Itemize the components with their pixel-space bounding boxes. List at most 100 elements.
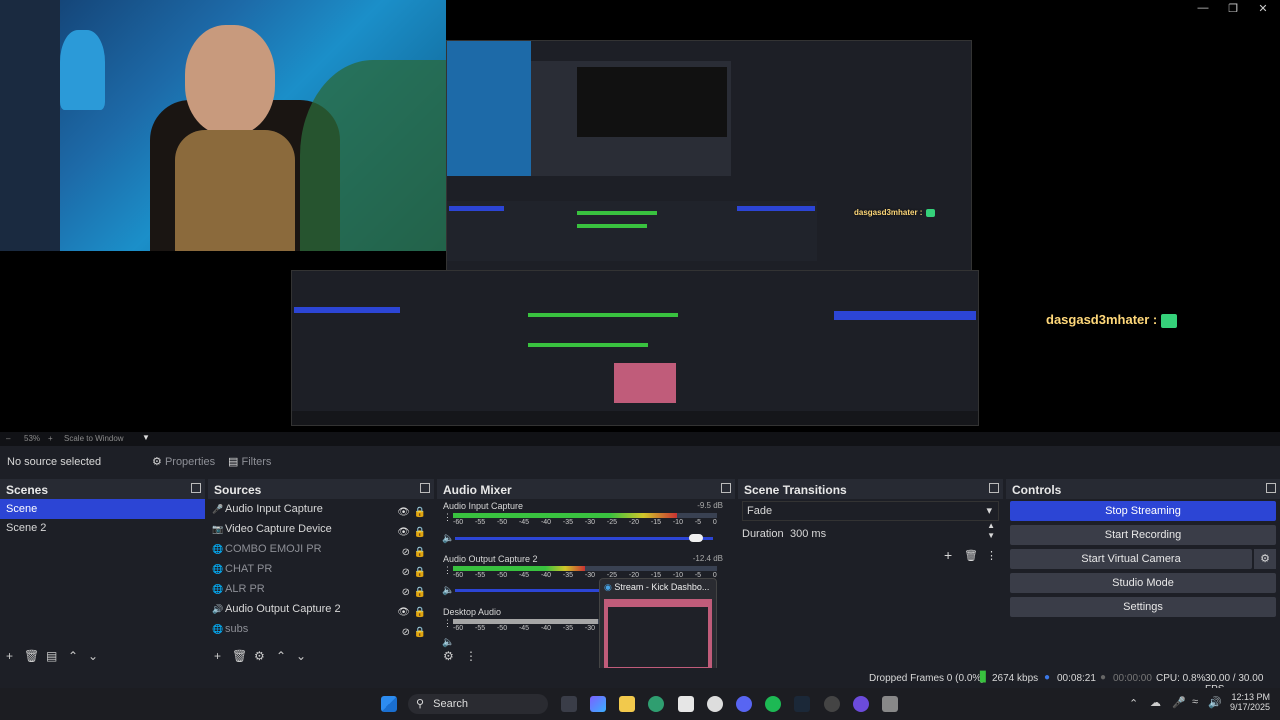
add-transition-icon[interactable]: + [944, 547, 952, 563]
minimize-icon[interactable]: — [1188, 2, 1218, 14]
advanced-audio-icon[interactable]: ⚙ [443, 649, 454, 663]
scene-item-2[interactable]: Scene 2 [0, 518, 205, 538]
undock-icon[interactable] [191, 483, 201, 493]
remove-scene-icon[interactable]: 🗑 [24, 649, 39, 663]
start-recording-button[interactable]: Start Recording [1010, 525, 1276, 545]
remove-transition-icon[interactable]: 🗑 [964, 549, 978, 562]
sources-title: Sources [214, 483, 262, 497]
undock-icon[interactable] [989, 483, 999, 493]
webcam-video [0, 0, 446, 251]
stop-streaming-button[interactable]: Stop Streaming [1010, 501, 1276, 521]
chevron-down-icon: ▾ [986, 505, 992, 517]
source-item[interactable]: 🔊 Audio Output Capture 2 👁 🔒 [208, 599, 434, 619]
source-item[interactable]: 🌐 ALR PR ⊘ 🔒 [208, 579, 434, 599]
volume-slider[interactable] [455, 534, 713, 542]
discord-icon[interactable] [736, 696, 752, 712]
tick-label: -60 [453, 519, 464, 526]
scenes-dock: Scenes Scene Scene 2 + 🗑 ▤ ⌃ ⌄ [0, 479, 205, 667]
zoom-mode[interactable]: Scale to Window [64, 434, 124, 443]
lock-icon[interactable]: 🔒 [414, 623, 426, 643]
nested-obs-docks [291, 270, 979, 426]
source-item[interactable]: 🌐 subs ⊘ 🔒 [208, 619, 434, 639]
task-view-icon[interactable] [561, 696, 577, 712]
scene-filter-icon[interactable]: ▤ [46, 649, 57, 663]
face [185, 25, 275, 135]
clock[interactable]: 12:13 PM 9/17/2025 [1228, 692, 1270, 712]
transition-menu-icon[interactable]: ⋮ [986, 549, 997, 562]
source-item[interactable]: 🌐 CHAT PR ⊘ 🔒 [208, 559, 434, 579]
taskbar-thumbnail[interactable]: ◉ Stream - Kick Dashbo... [599, 578, 717, 676]
move-down-icon[interactable]: ⌄ [296, 649, 306, 663]
ai-app-icon[interactable] [707, 696, 723, 712]
duration-field[interactable]: 300 ms ▲ ▼ [786, 521, 999, 543]
windows-start-icon[interactable] [381, 696, 397, 712]
properties-button[interactable]: ⚙ Properties [148, 453, 219, 471]
search-icon: ⚲ [416, 698, 425, 710]
cloud-icon[interactable]: ☁ [1150, 696, 1161, 709]
speaker-icon[interactable]: 🔈 [442, 637, 454, 648]
tick-label: -30 [584, 572, 596, 579]
taskbar-search[interactable]: ⚲ Search [408, 694, 548, 714]
channel-menu-icon[interactable]: ⋮ [443, 618, 452, 629]
virtual-camera-settings-icon[interactable]: ⚙ [1254, 549, 1276, 569]
messenger-icon[interactable] [853, 696, 869, 712]
program-preview[interactable]: — ❐ ✕ dasgasd3mhater : dasgasd3mhater : [0, 0, 1280, 432]
tick-label: -60 [453, 625, 464, 632]
plant [300, 60, 446, 251]
close-icon[interactable]: ✕ [1248, 2, 1278, 15]
steam-icon[interactable] [794, 696, 810, 712]
move-up-icon[interactable]: ⌃ [276, 649, 286, 663]
add-scene-icon[interactable]: + [6, 649, 13, 663]
speaker-icon[interactable]: 🔈 [442, 585, 454, 596]
filters-button[interactable]: ▤ Filters [224, 453, 275, 471]
mixer-menu-icon[interactable]: ⋮ [465, 649, 477, 663]
transition-select[interactable]: Fade ▾ [742, 501, 999, 521]
obs-icon[interactable] [824, 696, 840, 712]
spotify-icon[interactable] [765, 696, 781, 712]
mic-tray-icon[interactable]: 🎤 [1172, 696, 1186, 709]
studio-mode-button[interactable]: Studio Mode [1010, 573, 1276, 593]
add-source-icon[interactable]: + [214, 649, 221, 663]
restore-icon[interactable]: ❐ [1218, 2, 1248, 15]
tick-label: -35 [562, 519, 574, 526]
wifi-icon[interactable]: ≈ [1192, 696, 1198, 708]
eye-hidden-icon[interactable]: ⊘ [402, 623, 410, 643]
settings-button[interactable]: Settings [1010, 597, 1276, 617]
channel-name: Audio Output Capture 2 [443, 554, 538, 564]
move-up-icon[interactable]: ⌃ [68, 649, 78, 663]
browser-icon: 🌐 [212, 624, 224, 634]
undock-icon[interactable] [1266, 483, 1276, 493]
tick-label: -45 [518, 519, 530, 526]
zoom-dropdown-icon[interactable]: ▼ [142, 433, 150, 442]
tick-label: -35 [562, 625, 574, 632]
speaker-icon[interactable]: 🔈 [442, 533, 454, 544]
zoom-out-icon[interactable]: – [6, 434, 10, 443]
remove-source-icon[interactable]: 🗑 [232, 649, 247, 663]
store-icon[interactable] [678, 696, 694, 712]
browser-icon: ◉ [604, 582, 612, 592]
undock-icon[interactable] [721, 483, 731, 493]
source-properties-icon[interactable]: ⚙ [254, 649, 265, 663]
copilot-icon[interactable] [590, 696, 606, 712]
scene-item-1[interactable]: Scene [0, 499, 205, 519]
stream-time: 00:08:21 [1057, 673, 1096, 684]
channel-menu-icon[interactable]: ⋮ [443, 512, 452, 523]
source-item[interactable]: 📷 Video Capture Device 👁 🔒 [208, 519, 434, 539]
tick-label: -45 [518, 572, 530, 579]
source-item[interactable]: 🌐 COMBO EMOJI PR ⊘ 🔒 [208, 539, 434, 559]
zoom-in-icon[interactable]: + [48, 434, 53, 443]
spinner-icon[interactable]: ▲ ▼ [987, 521, 995, 541]
file-explorer-icon[interactable] [619, 696, 635, 712]
settings-app-icon[interactable] [882, 696, 898, 712]
chrome-icon[interactable] [648, 696, 664, 712]
acoustic-foam [0, 0, 60, 251]
move-down-icon[interactable]: ⌄ [88, 649, 98, 663]
channel-menu-icon[interactable]: ⋮ [443, 565, 452, 576]
thumbnail-preview [604, 599, 712, 671]
start-virtual-camera-button[interactable]: Start Virtual Camera [1010, 549, 1252, 569]
volume-icon[interactable]: 🔊 [1208, 696, 1222, 709]
source-item[interactable]: 🎤 Audio Input Capture 👁 🔒 [208, 499, 434, 519]
tray-chevron-icon[interactable]: ⌃ [1129, 697, 1138, 710]
browser-icon: 🌐 [212, 584, 224, 594]
undock-icon[interactable] [420, 483, 430, 493]
